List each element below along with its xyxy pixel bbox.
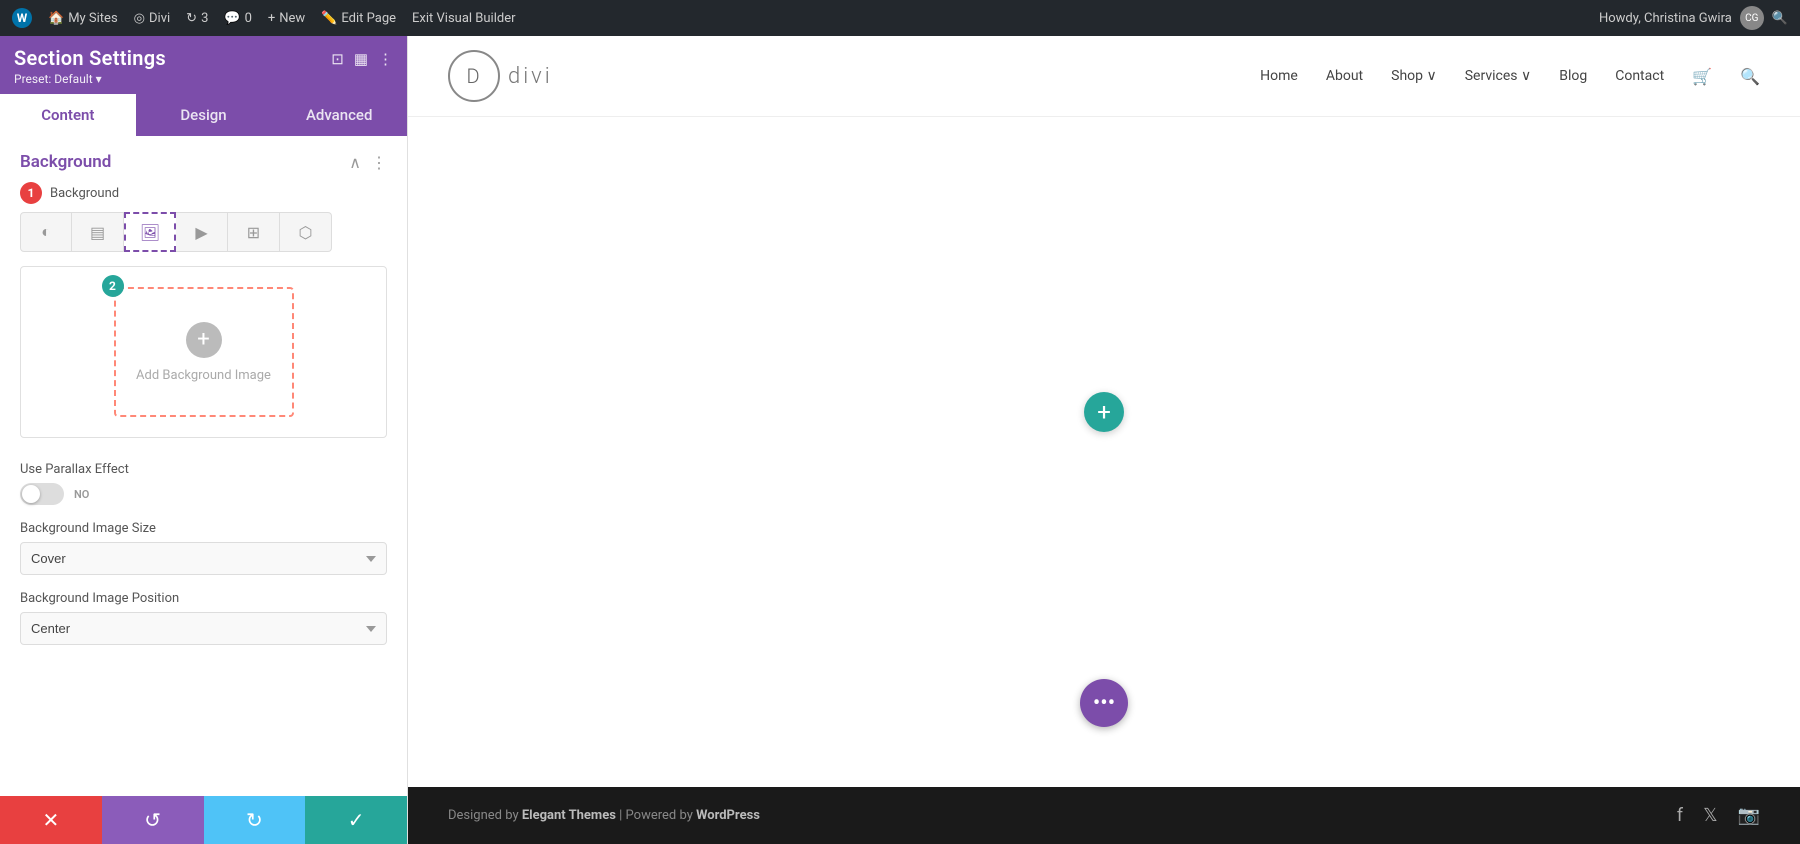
sidebar-title: Section Settings [14, 46, 166, 70]
image-size-label: Background Image Size [20, 521, 387, 536]
section-options-button[interactable]: ••• [1080, 679, 1128, 727]
add-background-image-button[interactable]: + Add Background Image [114, 287, 294, 417]
new-button[interactable]: + New [268, 11, 305, 26]
exit-builder-link[interactable]: Exit Visual Builder [412, 11, 515, 26]
admin-search-icon[interactable]: 🔍 [1772, 11, 1788, 26]
bottom-action-bar: ✕ ↺ ↻ ✓ [0, 796, 407, 844]
nav-blog[interactable]: Blog [1559, 68, 1587, 84]
cart-icon[interactable]: 🛒 [1692, 67, 1712, 86]
add-background-area: 2 + Add Background Image [20, 266, 387, 438]
sidebar-preset[interactable]: Preset: Default ▾ [14, 72, 166, 86]
edit-page-link[interactable]: ✏️ Edit Page [321, 11, 396, 26]
site-header: D divi Home About Shop ∨ Services ∨ Blog… [408, 36, 1800, 117]
admin-bar-right: Howdy, Christina Gwira CG 🔍 [1599, 6, 1788, 30]
parallax-toggle-row: NO [20, 483, 387, 505]
background-section-header: Background ∧ ⋮ [0, 136, 407, 182]
main-layout: Section Settings Preset: Default ▾ ⊡ ▦ ⋮… [0, 36, 1800, 844]
image-position-select[interactable]: Center Top Left Top Center Top Right Bot… [20, 612, 387, 645]
site-nav: Home About Shop ∨ Services ∨ Blog Contac… [1260, 67, 1760, 86]
content-body: + ••• Designed by Elegant Themes | Power… [408, 117, 1800, 844]
tab-design[interactable]: Design [136, 94, 272, 136]
background-section-actions: ∧ ⋮ [349, 153, 387, 172]
divi-link[interactable]: ◎ Divi [134, 11, 171, 26]
nav-home[interactable]: Home [1260, 68, 1298, 84]
step-1-badge: 1 [20, 182, 42, 204]
logo-circle: D [448, 50, 500, 102]
responsive-icon[interactable]: ⊡ [331, 50, 344, 68]
add-bg-plus-icon: + [186, 322, 222, 358]
collapse-icon[interactable]: ∧ [349, 153, 361, 172]
sidebar-header-left: Section Settings Preset: Default ▾ [14, 46, 166, 86]
nav-services[interactable]: Services ∨ [1465, 68, 1532, 84]
search-icon[interactable]: 🔍 [1740, 67, 1760, 86]
tab-advanced[interactable]: Advanced [271, 94, 407, 136]
bg-type-video[interactable]: ▶ [176, 212, 228, 252]
sidebar-header: Section Settings Preset: Default ▾ ⊡ ▦ ⋮ [0, 36, 407, 94]
background-type-row: ◐ ▤ 🖼 ▶ ⊞ ⬡ [0, 212, 407, 266]
bg-type-color[interactable]: ◐ [20, 212, 72, 252]
section-more-icon[interactable]: ⋮ [371, 153, 387, 172]
facebook-icon[interactable]: f [1677, 805, 1683, 826]
cancel-button[interactable]: ✕ [0, 796, 102, 844]
site-logo: D divi [448, 50, 553, 102]
nav-shop[interactable]: Shop ∨ [1391, 68, 1437, 84]
site-footer: Designed by Elegant Themes | Powered by … [408, 787, 1800, 844]
parallax-value: NO [74, 488, 89, 501]
background-label-row: 1 Background [0, 182, 407, 212]
sidebar-tabs: Content Design Advanced [0, 94, 407, 136]
bg-type-pattern[interactable]: ⊞ [228, 212, 280, 252]
nav-contact[interactable]: Contact [1615, 68, 1664, 84]
refresh-counter[interactable]: ↻ 3 [186, 11, 208, 26]
twitter-icon[interactable]: 𝕏 [1703, 805, 1718, 826]
columns-icon[interactable]: ▦ [354, 50, 368, 68]
footer-social: f 𝕏 📷 [1677, 805, 1760, 826]
my-sites-link[interactable]: 🏠 My Sites [48, 11, 118, 26]
comments-link[interactable]: 💬 0 [224, 11, 252, 26]
bg-type-mask[interactable]: ⬡ [280, 212, 332, 252]
sidebar: Section Settings Preset: Default ▾ ⊡ ▦ ⋮… [0, 36, 408, 844]
image-position-field: Background Image Position Center Top Lef… [0, 583, 407, 653]
undo-button[interactable]: ↺ [102, 796, 204, 844]
add-bg-wrapper: 2 + Add Background Image [114, 287, 294, 417]
instagram-icon[interactable]: 📷 [1738, 805, 1760, 826]
bg-type-gradient[interactable]: ▤ [72, 212, 124, 252]
add-background-label: Add Background Image [136, 368, 271, 383]
wordpress-icon[interactable]: W [12, 8, 32, 28]
sidebar-content: Background ∧ ⋮ 1 Background ◐ ▤ 🖼 ▶ ⊞ [0, 136, 407, 796]
nav-about[interactable]: About [1326, 68, 1363, 84]
parallax-toggle[interactable] [20, 483, 64, 505]
redo-button[interactable]: ↻ [204, 796, 306, 844]
save-button[interactable]: ✓ [305, 796, 407, 844]
content-area: D divi Home About Shop ∨ Services ∨ Blog… [408, 36, 1800, 844]
sidebar-header-icons: ⊡ ▦ ⋮ [331, 50, 393, 68]
image-size-field: Background Image Size Cover Contain Auto [0, 513, 407, 583]
user-avatar[interactable]: CG [1740, 6, 1764, 30]
bg-type-image[interactable]: 🖼 [124, 212, 176, 252]
add-module-button[interactable]: + [1084, 392, 1124, 432]
more-options-icon[interactable]: ⋮ [378, 50, 393, 68]
parallax-field: Use Parallax Effect NO [0, 454, 407, 513]
admin-bar: W 🏠 My Sites ◎ Divi ↻ 3 💬 0 + New ✏️ Edi… [0, 0, 1800, 36]
parallax-label: Use Parallax Effect [20, 462, 387, 477]
image-position-label: Background Image Position [20, 591, 387, 606]
background-section-title: Background [20, 152, 111, 172]
step-2-badge: 2 [102, 275, 124, 297]
image-size-select[interactable]: Cover Contain Auto [20, 542, 387, 575]
footer-credit: Designed by Elegant Themes | Powered by … [448, 808, 760, 823]
tab-content[interactable]: Content [0, 94, 136, 136]
content-main: + ••• [408, 117, 1800, 787]
